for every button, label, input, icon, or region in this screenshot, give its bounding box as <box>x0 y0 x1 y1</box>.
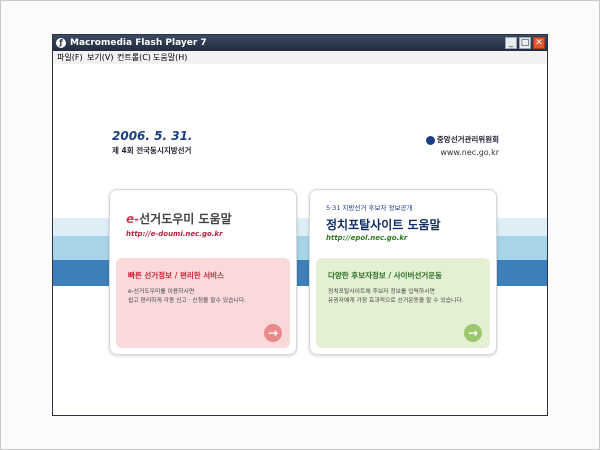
card-edoumi[interactable]: e-선거도우미 도움말 http://e-doumi.nec.go.kr 빠른 … <box>109 189 297 355</box>
close-button[interactable]: ✕ <box>533 37 545 49</box>
card-url[interactable]: http://epol.nec.go.kr <box>326 234 407 242</box>
card-title-prefix: e- <box>126 212 140 226</box>
card-title-text: 정치포탈사이트 도움말 <box>326 218 441 232</box>
panel-description: e-선거도우미를 이용하시면 쉽고 편리하게 각종 신고 · 신청을 할수 있습… <box>128 288 246 306</box>
menu-view[interactable]: 보기(V) <box>87 51 113 64</box>
card-panel[interactable]: 다양한 후보자정보 / 사이버선거운동 정치포탈사이트에 후보자 정보를 입력하… <box>316 258 490 348</box>
card-title-text: 선거도우미 도움말 <box>139 212 232 226</box>
org-name: 중앙선거관리위원회 <box>436 135 499 144</box>
panel-desc-line-2: 유권자에게 가장 효과적으로 선거운동을 할 수 있습니다. <box>328 298 464 304</box>
panel-desc-line-2: 쉽고 편리하게 각종 신고 · 신청을 할수 있습니다. <box>128 298 246 304</box>
card-subtitle: 5·31 지방선거 후보자 정보공개 <box>326 204 413 212</box>
nec-logo: 중앙선거관리위원회 <box>425 134 499 145</box>
panel-title: 다양한 후보자정보 / 사이버선거운동 <box>328 271 443 280</box>
window-title: Macromedia Flash Player 7 <box>70 38 207 48</box>
maximize-button[interactable]: □ <box>519 37 531 49</box>
card-epol[interactable]: 5·31 지방선거 후보자 정보공개 정치포탈사이트 도움말 http://ep… <box>309 189 497 355</box>
org-url[interactable]: www.nec.go.kr <box>440 148 499 157</box>
arrow-right-icon[interactable]: → <box>264 324 282 342</box>
card-title: 정치포탈사이트 도움말 <box>326 216 441 233</box>
menu-bar: 파일(F) 보기(V) 컨트롤(C) 도움말(H) <box>53 51 547 64</box>
flash-content: 2006. 5. 31. 제 4회 전국동시지방선거 중앙선거관리위원회 www… <box>53 64 547 415</box>
menu-control[interactable]: 컨트롤(C) <box>117 51 151 64</box>
flash-icon: ƒ <box>56 38 66 48</box>
title-bar[interactable]: ƒ Macromedia Flash Player 7 _ □ ✕ <box>53 35 547 51</box>
menu-file[interactable]: 파일(F) <box>57 51 83 64</box>
panel-description: 정치포탈사이트에 후보자 정보를 입력하시면 유권자에게 가장 효과적으로 선거… <box>328 288 464 306</box>
nec-logo-icon <box>425 135 435 145</box>
card-url[interactable]: http://e-doumi.nec.go.kr <box>126 230 223 238</box>
minimize-button[interactable]: _ <box>505 37 517 49</box>
card-panel[interactable]: 빠른 선거정보 / 편리한 서비스 e-선거도우미를 이용하시면 쉽고 편리하게… <box>116 258 290 348</box>
card-title: e-선거도우미 도움말 <box>126 210 232 227</box>
election-name: 제 4회 전국동시지방선거 <box>112 146 192 155</box>
panel-desc-line-1: e-선거도우미를 이용하시면 <box>128 289 195 295</box>
flash-player-window: ƒ Macromedia Flash Player 7 _ □ ✕ 파일(F) … <box>52 34 548 416</box>
menu-help[interactable]: 도움말(H) <box>153 51 187 64</box>
arrow-right-icon[interactable]: → <box>464 324 482 342</box>
panel-title: 빠른 선거정보 / 편리한 서비스 <box>128 271 224 280</box>
panel-desc-line-1: 정치포탈사이트에 후보자 정보를 입력하시면 <box>328 289 435 295</box>
election-date: 2006. 5. 31. <box>112 129 193 143</box>
